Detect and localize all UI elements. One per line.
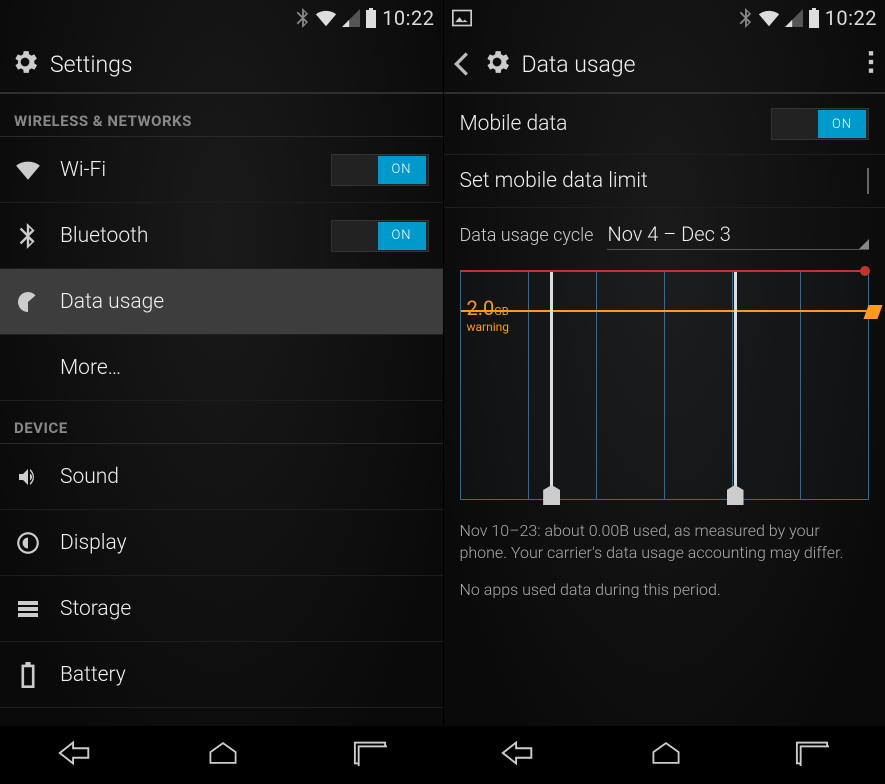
row-battery[interactable]: Battery [0, 642, 443, 708]
row-set-limit[interactable]: Set mobile data limit [444, 155, 885, 208]
row-label: Battery [60, 663, 126, 687]
toggle-on-label: ON [818, 110, 866, 138]
toggle-on-label: ON [378, 222, 426, 250]
back-button[interactable] [499, 738, 537, 772]
page-title: Data usage [522, 51, 636, 78]
back-button[interactable] [56, 738, 94, 772]
wifi-toggle[interactable]: ON [331, 154, 429, 186]
mobile-data-toggle[interactable]: ON [771, 108, 869, 140]
page-title: Settings [50, 51, 133, 78]
overflow-menu-icon[interactable] [867, 49, 875, 79]
limit-handle-icon[interactable] [860, 266, 870, 276]
row-label: Data usage [60, 290, 164, 314]
home-button[interactable] [205, 738, 241, 772]
range-start-handle[interactable] [550, 272, 553, 503]
range-end-handle[interactable] [734, 272, 737, 503]
row-more[interactable]: More… [0, 335, 443, 401]
status-bar: 10:22 [444, 0, 885, 36]
warning-line [461, 310, 872, 312]
bluetooth-toggle[interactable]: ON [331, 220, 429, 252]
row-label: Wi-Fi [60, 158, 106, 182]
warning-value: 2.0GB [467, 296, 509, 320]
row-label: Bluetooth [60, 224, 148, 248]
row-label: More… [60, 356, 121, 380]
warning-text: warning [467, 320, 510, 334]
storage-icon [14, 598, 42, 620]
row-storage[interactable]: Storage [0, 576, 443, 642]
battery-icon [14, 662, 42, 688]
settings-screen: 10:22 Settings WIRELESS & NETWORKS Wi-Fi… [0, 0, 443, 784]
row-label: Sound [60, 465, 119, 489]
row-cycle[interactable]: Data usage cycle Nov 4 – Dec 3 [444, 208, 885, 254]
image-notification-icon [452, 9, 472, 27]
data-usage-icon [14, 290, 42, 314]
toggle-on-label: ON [378, 156, 426, 184]
bluetooth-icon [739, 8, 753, 28]
settings-gear-icon [10, 47, 40, 81]
action-bar: Settings [0, 36, 443, 94]
bluetooth-icon [14, 223, 42, 249]
nav-bar [0, 726, 443, 784]
row-label: Set mobile data limit [460, 169, 648, 193]
cycle-value: Nov 4 – Dec 3 [607, 222, 730, 246]
display-icon [14, 530, 42, 556]
wifi-icon [758, 9, 780, 27]
recent-button[interactable] [353, 740, 387, 770]
bluetooth-icon [296, 8, 310, 28]
nav-bar [444, 726, 885, 784]
signal-icon [785, 9, 803, 27]
usage-chart[interactable]: 2.0GB warning [444, 254, 885, 510]
home-button[interactable] [648, 738, 684, 772]
row-display[interactable]: Display [0, 510, 443, 576]
cycle-label: Data usage cycle [460, 225, 594, 246]
row-wifi[interactable]: Wi-Fi ON [0, 137, 443, 203]
row-sound[interactable]: Sound [0, 444, 443, 510]
row-label: Storage [60, 597, 131, 621]
row-label: Display [60, 531, 127, 555]
set-limit-checkbox[interactable] [867, 168, 869, 194]
warning-handle-icon[interactable] [863, 305, 882, 319]
back-caret-icon[interactable] [454, 48, 472, 80]
chart-area: 2.0GB warning [460, 270, 870, 500]
battery-icon [365, 8, 377, 28]
sound-icon [14, 465, 42, 489]
row-bluetooth[interactable]: Bluetooth ON [0, 203, 443, 269]
cycle-dropdown[interactable]: Nov 4 – Dec 3 [607, 222, 869, 250]
section-header-device: DEVICE [0, 401, 443, 444]
section-header-wireless: WIRELESS & NETWORKS [0, 94, 443, 137]
clock: 10:22 [382, 6, 434, 30]
row-data-usage[interactable]: Data usage [0, 269, 443, 335]
signal-icon [342, 9, 360, 27]
recent-button[interactable] [795, 740, 829, 770]
settings-gear-icon[interactable] [482, 47, 512, 81]
row-label: Mobile data [460, 112, 568, 136]
battery-icon [808, 8, 820, 28]
data-usage-screen: 10:22 Data usage Mobile data ON Set mobi… [443, 0, 885, 784]
usage-summary-1: Nov 10–23: about 0.00B used, as measured… [444, 510, 885, 567]
wifi-icon [315, 9, 337, 27]
status-bar: 10:22 [0, 0, 443, 36]
clock: 10:22 [825, 6, 877, 30]
usage-summary-2: No apps used data during this period. [444, 567, 885, 605]
row-mobile-data[interactable]: Mobile data ON [444, 94, 885, 155]
action-bar: Data usage [444, 36, 885, 94]
wifi-icon [14, 160, 42, 180]
